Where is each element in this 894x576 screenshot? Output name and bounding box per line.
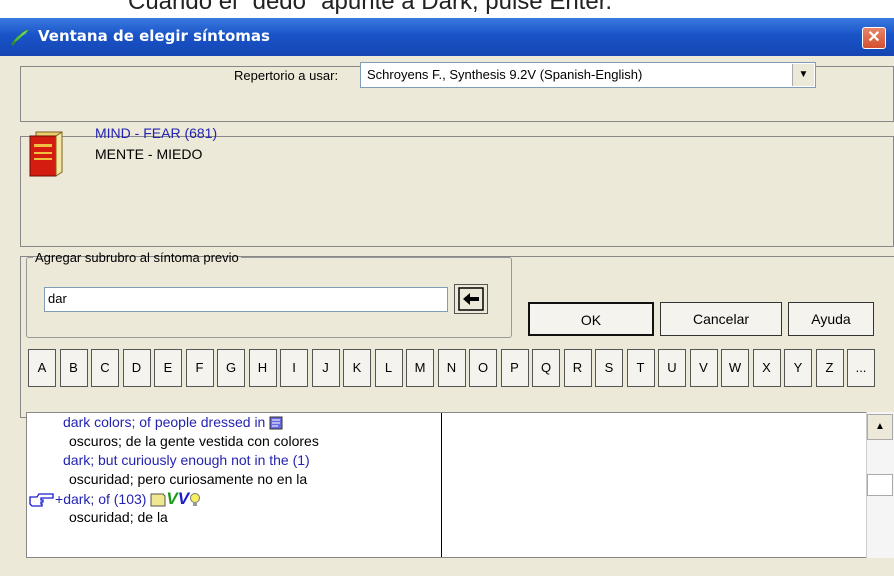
letter-button-x[interactable]: X: [752, 349, 781, 387]
letter-button-y[interactable]: Y: [784, 349, 812, 387]
ok-button[interactable]: OK: [528, 302, 654, 336]
close-icon: ✕: [867, 29, 881, 46]
book-icon: [29, 131, 63, 177]
window-title: Ventana de elegir síntomas: [38, 27, 270, 45]
letter-button-d[interactable]: D: [122, 349, 151, 387]
letter-button-l[interactable]: L: [374, 349, 403, 387]
lightbulb-icon: [190, 493, 201, 507]
results-scrollbar[interactable]: ▲: [866, 412, 894, 558]
left-arrow-icon: [458, 287, 484, 311]
letter-button-b[interactable]: B: [59, 349, 88, 387]
letter-button-w[interactable]: W: [721, 349, 749, 387]
letter-button-g[interactable]: G: [217, 349, 245, 387]
scroll-up-arrow-icon[interactable]: ▲: [867, 414, 893, 440]
note-icon: [269, 416, 283, 430]
instruction-text: Cuando el "dedo" apunte a Dark, pulse En…: [128, 0, 613, 15]
close-button[interactable]: ✕: [862, 27, 886, 49]
letter-button-k[interactable]: K: [343, 349, 371, 387]
letter-button-z[interactable]: Z: [815, 349, 844, 387]
help-button[interactable]: Ayuda: [788, 302, 874, 336]
letter-button-v[interactable]: V: [689, 349, 718, 387]
result-english: dark colors; of people dressed in: [63, 414, 266, 430]
letter-button-j[interactable]: J: [311, 349, 340, 387]
result-prefix: +: [55, 491, 64, 507]
letter-button-e[interactable]: E: [154, 349, 182, 387]
list-item-translation: oscuros; de la gente vestida con colores: [69, 433, 319, 449]
remedy-marks: VV: [166, 489, 190, 508]
note-icon: [150, 493, 166, 507]
letter-button-n[interactable]: N: [437, 349, 466, 387]
letter-button-h[interactable]: H: [248, 349, 277, 387]
rubric-english: MIND - FEAR (681): [95, 125, 218, 141]
letter-button-q[interactable]: Q: [532, 349, 560, 387]
list-item-translation: oscuridad; pero curiosamente no en la: [69, 471, 308, 487]
title-bar[interactable]: Ventana de elegir síntomas ✕: [0, 18, 894, 56]
letter-button-r[interactable]: R: [563, 349, 592, 387]
letter-button-s[interactable]: S: [595, 349, 623, 387]
letter-button-m[interactable]: M: [406, 349, 434, 387]
cancel-button[interactable]: Cancelar: [660, 302, 782, 336]
letter-button-t[interactable]: T: [626, 349, 655, 387]
letter-button-u[interactable]: U: [658, 349, 686, 387]
subrubric-legend: Agregar subrubro al síntoma previo: [35, 250, 239, 265]
letter-button-more[interactable]: ...: [847, 349, 875, 387]
list-item-selected[interactable]: +dark; of (103) VV: [29, 489, 201, 509]
column-divider: [441, 413, 442, 557]
scroll-thumb[interactable]: [867, 474, 893, 496]
letter-button-o[interactable]: O: [469, 349, 497, 387]
leaf-icon: [10, 28, 29, 46]
dropdown-arrow-icon[interactable]: ▼: [792, 64, 814, 86]
repertory-select[interactable]: Schroyens F., Synthesis 9.2V (Spanish-En…: [360, 62, 816, 88]
subrubric-search-input[interactable]: dar: [44, 287, 448, 312]
letter-button-f[interactable]: F: [185, 349, 214, 387]
rubric-results-list[interactable]: dark colors; of people dressed in oscuro…: [26, 412, 894, 558]
instruction-caption: Cuando el "dedo" apunte a Dark, pulse En…: [0, 0, 894, 20]
letter-button-c[interactable]: C: [91, 349, 119, 387]
rubric-spanish: MENTE - MIEDO: [95, 146, 203, 162]
letter-button-i[interactable]: I: [280, 349, 308, 387]
list-item[interactable]: dark colors; of people dressed in: [63, 414, 283, 430]
repertory-label: Repertorio a usar:: [234, 68, 339, 83]
insert-arrow-button[interactable]: [454, 284, 488, 314]
repertory-selected-value: Schroyens F., Synthesis 9.2V (Spanish-En…: [367, 67, 643, 82]
letter-button-a[interactable]: A: [28, 349, 56, 387]
result-english: dark; of (103): [63, 491, 147, 507]
list-item[interactable]: dark; but curiously enough not in the (1…: [63, 452, 310, 468]
letter-button-p[interactable]: P: [500, 349, 529, 387]
list-item-translation: oscuridad; de la: [69, 509, 168, 525]
pointing-hand-icon: [29, 493, 54, 507]
